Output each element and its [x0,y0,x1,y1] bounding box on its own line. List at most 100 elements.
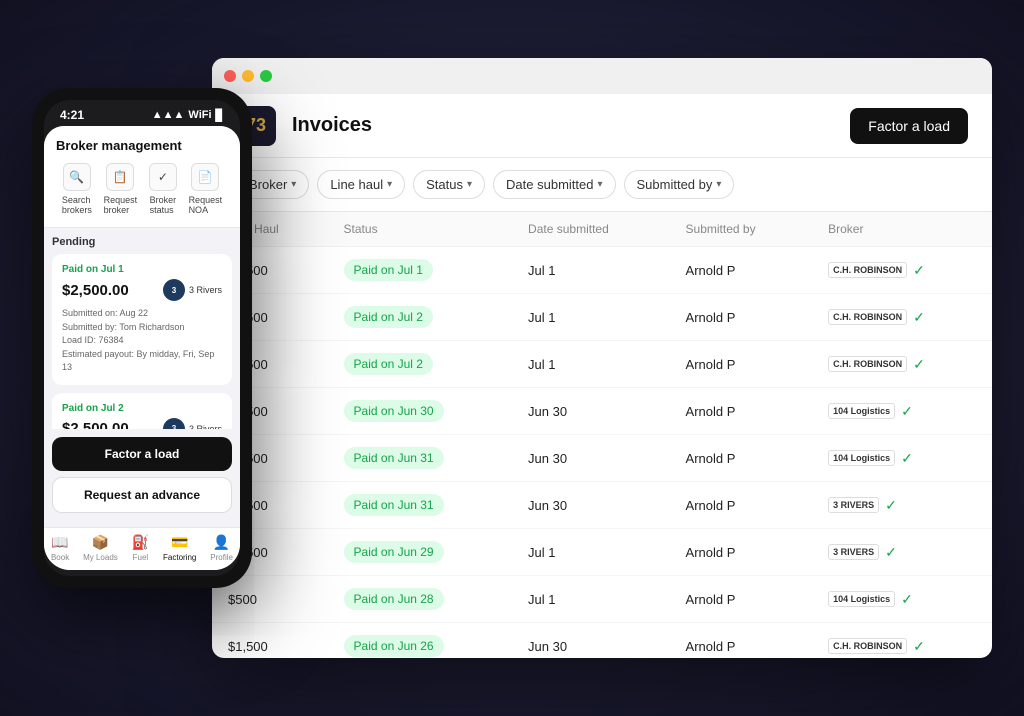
col-date-submitted: Date submitted [512,212,669,247]
cell-broker: 3 RIVERS ✓ [812,529,992,576]
invoice-card-1[interactable]: Paid on Jul 1 $2,500.00 3 3 Rivers Submi… [52,254,232,385]
action-search-brokers[interactable]: 🔍 Searchbrokers [62,163,92,215]
broker-logo: 104 Logistics [828,591,895,607]
action-request-noa[interactable]: 📄 RequestNOA [189,163,223,215]
invoice-card-2[interactable]: Paid on Jul 2 $2,500.00 3 3 Rivers [52,393,232,430]
chevron-down-icon: ▾ [291,179,296,190]
phone-screen: 4:21 ▲▲▲ WiFi ▊ Broker management 🔍 Sear… [44,100,240,576]
cell-broker: C.H. ROBINSON✓ [812,341,992,388]
broker-logo: C.H. ROBINSON [828,638,907,654]
phone-body: Broker management 🔍 Searchbrokers 📋 Requ… [44,126,240,570]
broker-logo: 3 RIVERS [828,544,879,560]
cell-status: Paid on Jul 2 [328,341,513,388]
table-row[interactable]: $2,500Paid on Jul 1Jul 1Arnold PC.H. ROB… [212,247,992,294]
cell-date: Jul 1 [512,529,669,576]
cell-submitted-by: Arnold P [670,482,813,529]
status-badge: Paid on Jun 26 [344,635,444,657]
verified-check-icon: ✓ [913,262,925,279]
tab-fuel-label: Fuel [133,553,149,562]
tab-book[interactable]: 📖 Book [51,534,69,562]
broker-cell: 104 Logistics✓ [828,403,976,420]
cell-submitted-by: Arnold P [670,388,813,435]
tab-profile[interactable]: 👤 Profile [210,534,233,562]
wifi-icon: WiFi [188,109,211,121]
broker-logo: C.H. ROBINSON [828,262,907,278]
app-header-left: 73 Invoices [236,106,372,146]
factor-load-button[interactable]: Factor a load [850,108,968,144]
table-row[interactable]: $1,500Paid on Jun 29Jul 1Arnold P3 RIVER… [212,529,992,576]
verified-check-icon: ✓ [885,544,897,561]
status-badge: Paid on Jun 31 [344,447,444,469]
filter-status[interactable]: Status ▾ [413,170,485,199]
tab-my-loads[interactable]: 📦 My Loads [83,534,118,562]
window-minimize-dot[interactable] [242,70,254,82]
window-maximize-dot[interactable] [260,70,272,82]
table-row[interactable]: $1,500Paid on Jun 31Jun 30Arnold P3 RIVE… [212,482,992,529]
table-row[interactable]: $1,500Paid on Jul 2Jul 1Arnold PC.H. ROB… [212,341,992,388]
table-row[interactable]: $500Paid on Jun 28Jul 1Arnold P104 Logis… [212,576,992,623]
filter-line-haul[interactable]: Line haul ▾ [317,170,405,199]
rivers-badge-2: 3 [163,418,185,430]
tab-book-label: Book [51,553,69,562]
cell-submitted-by: Arnold P [670,435,813,482]
cell-date: Jun 30 [512,623,669,659]
verified-check-icon: ✓ [913,309,925,326]
table-row[interactable]: $1,500Paid on Jun 31Jun 30Arnold P104 Lo… [212,435,992,482]
table-row[interactable]: $1,500Paid on Jun 30Jun 30Arnold P104 Lo… [212,388,992,435]
cell-status: Paid on Jun 26 [328,623,513,659]
table-row[interactable]: $1,500Paid on Jun 26Jun 30Arnold PC.H. R… [212,623,992,659]
search-brokers-label: Searchbrokers [62,195,92,215]
broker-logo: 104 Logistics [828,403,895,419]
chevron-down-icon: ▾ [716,179,721,190]
verified-check-icon: ✓ [913,356,925,373]
invoice-1-amount-row: $2,500.00 3 3 Rivers [62,279,222,301]
broker-status-icon: ✓ [149,163,177,191]
phone-scroll-area[interactable]: Pending Paid on Jul 1 $2,500.00 3 3 Rive… [44,228,240,429]
cell-broker: C.H. ROBINSON✓ [812,623,992,659]
invoice-1-amount: $2,500.00 [62,282,129,299]
invoices-table: Line Haul Status Date submitted Submitte… [212,212,992,658]
broker-logo: 104 Logistics [828,450,895,466]
tab-my-loads-label: My Loads [83,553,118,562]
request-advance-button[interactable]: Request an advance [52,477,232,513]
action-broker-status[interactable]: ✓ Brokerstatus [149,163,177,215]
chevron-down-icon: ▾ [467,179,472,190]
tab-factoring-label: Factoring [163,553,196,562]
window-close-dot[interactable] [224,70,236,82]
cell-submitted-by: Arnold P [670,576,813,623]
cell-status: Paid on Jul 1 [328,247,513,294]
status-badge: Paid on Jun 31 [344,494,444,516]
invoice-2-status: Paid on Jul 2 [62,403,222,414]
filter-submitted-by[interactable]: Submitted by ▾ [624,170,735,199]
cell-line-haul: $1,500 [212,623,328,659]
pending-label: Pending [52,236,232,248]
filter-date-submitted[interactable]: Date submitted ▾ [493,170,615,199]
col-status: Status [328,212,513,247]
factoring-icon: 💳 [171,534,188,551]
cell-date: Jul 1 [512,576,669,623]
broker-cell: 104 Logistics✓ [828,450,976,467]
status-badge: Paid on Jun 29 [344,541,444,563]
cell-submitted-by: Arnold P [670,247,813,294]
cell-date: Jul 1 [512,294,669,341]
status-badge: Paid on Jun 28 [344,588,444,610]
factor-load-mobile-button[interactable]: Factor a load [52,437,232,471]
book-icon: 📖 [51,534,68,551]
tab-factoring[interactable]: 💳 Factoring [163,534,196,562]
invoice-1-meta: Submitted on: Aug 22 Submitted by: Tom R… [62,307,222,375]
tab-fuel[interactable]: ⛽ Fuel [132,534,149,562]
cell-status: Paid on Jun 30 [328,388,513,435]
verified-check-icon: ✓ [885,497,897,514]
search-brokers-icon: 🔍 [63,163,91,191]
phone-time: 4:21 [60,108,84,122]
invoice-2-amount: $2,500.00 [62,420,129,429]
invoice-1-broker: 3 Rivers [189,285,222,295]
action-request-broker[interactable]: 📋 Requestbroker [104,163,138,215]
invoice-2-amount-row: $2,500.00 3 3 Rivers [62,418,222,430]
table-row[interactable]: $2,500Paid on Jul 2Jul 1Arnold PC.H. ROB… [212,294,992,341]
my-loads-icon: 📦 [92,534,109,551]
phone-footer-buttons: Factor a load Request an advance [44,429,240,527]
broker-logo: 3 RIVERS [828,497,879,513]
mobile-phone: 4:21 ▲▲▲ WiFi ▊ Broker management 🔍 Sear… [32,88,252,588]
cell-broker: C.H. ROBINSON✓ [812,294,992,341]
